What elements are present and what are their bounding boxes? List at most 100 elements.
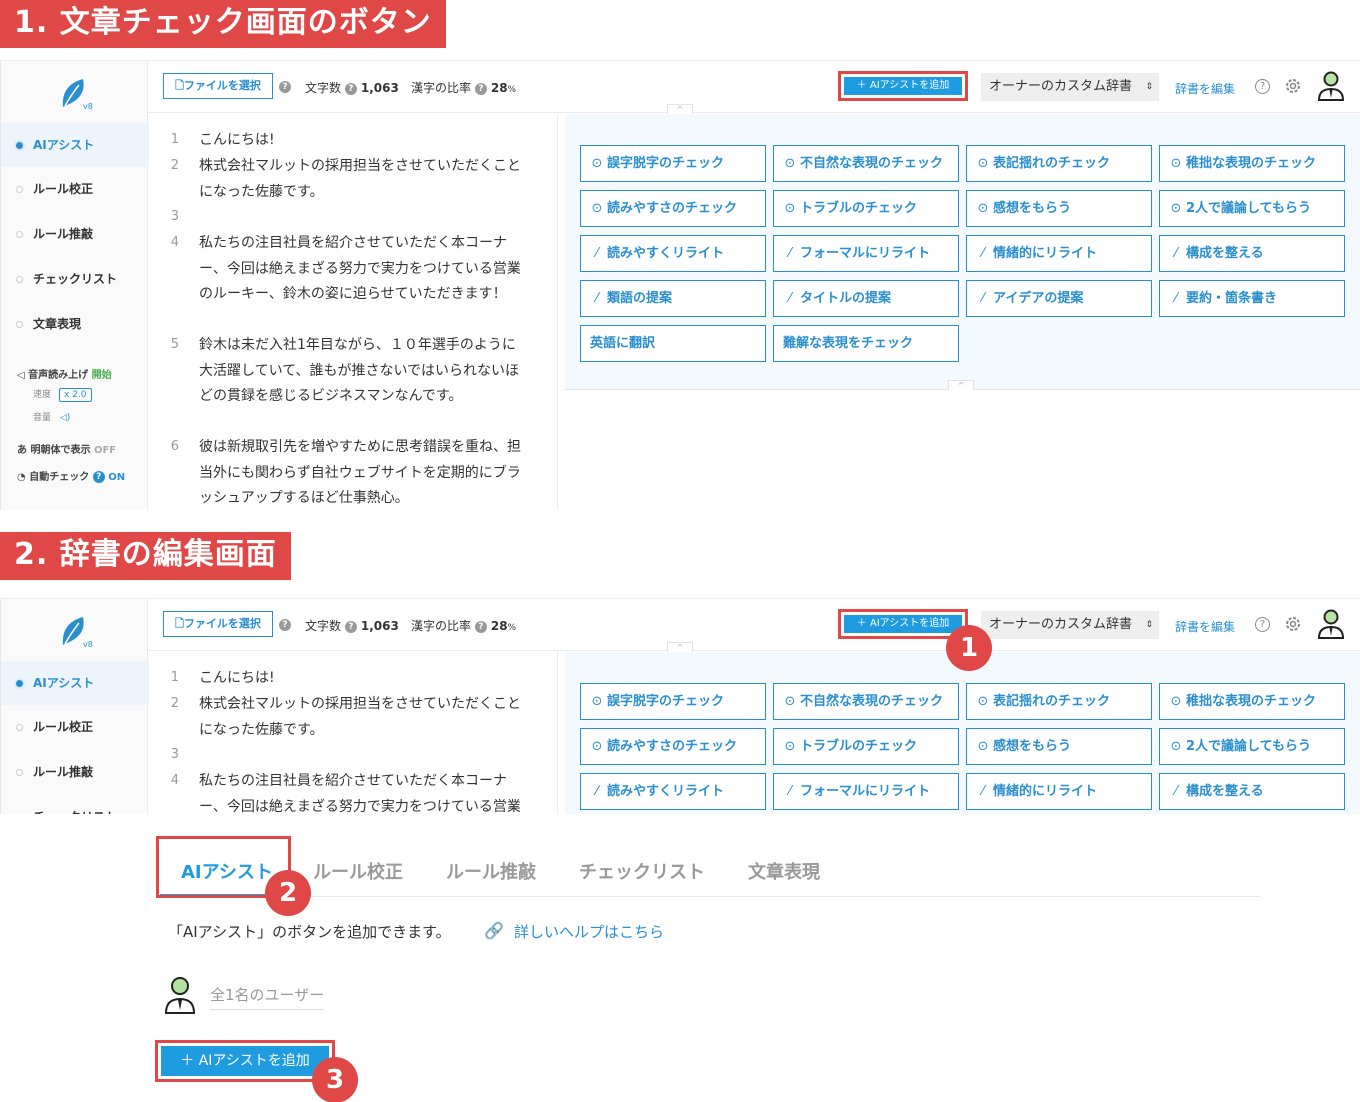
sidebar-item-3[interactable]: チェックリスト <box>1 257 149 301</box>
section-title-1: 1. 文章チェック画面のボタン <box>0 0 446 48</box>
ai-assist-chip[interactable]: ⁄ 読みやすくリライト <box>580 235 766 272</box>
line-text[interactable]: 鈴木は未だ入社1年目ながら、１０年選手のように大活躍していて、誰もが推さないでは… <box>199 333 524 410</box>
ai-assist-chip[interactable]: ⁄ 構成を整える <box>1159 773 1345 810</box>
ai-assist-chip[interactable]: ⊙ 誤字脱字のチェック <box>580 683 766 720</box>
ai-assist-chip[interactable]: ⊙ 表記揺れのチェック <box>966 145 1152 182</box>
text-editor[interactable]: 1 こんにちは! 2 株式会社マルットの採用担当をさせていただくことになった佐藤です。… <box>149 114 558 510</box>
tab-rule-refine[interactable]: ルール推敲 <box>446 858 536 884</box>
edit-dictionary-link[interactable]: 辞書を編集 <box>1175 618 1235 635</box>
radio-dot-icon <box>16 186 23 193</box>
ai-assist-chip[interactable]: ⁄ 読みやすくリライト <box>580 773 766 810</box>
mincho-toggle[interactable]: あ 明朝体で表示 OFF <box>17 441 116 456</box>
ai-assist-chip[interactable]: ⊙ 2人で議論してもらう <box>1159 190 1345 227</box>
dictionary-editor-panel: AIアシスト ルール校正 ルール推敲 チェックリスト 文章表現 「AIアシスト」… <box>0 814 1360 1102</box>
ai-assist-chip[interactable]: 難解な表現をチェック <box>773 325 959 362</box>
ai-assist-chip[interactable]: ⊙ 表記揺れのチェック <box>966 683 1152 720</box>
ai-assist-chip[interactable]: ⁄ フォーマルにリライト <box>773 235 959 272</box>
collapse-toggle[interactable]: ^ <box>667 104 693 114</box>
line-text[interactable]: 彼は新規取引先を増やすために思考錯誤を重ね、担当外にも関わらず自社ウェブサイトを… <box>199 435 524 510</box>
sidebar-item-2[interactable]: ルール推敲 <box>1 750 149 794</box>
auto-check-toggle[interactable]: ◔ 自動チェック ? ON <box>17 468 125 483</box>
ai-assist-chip[interactable]: ⁄ 要約・箇条書き <box>1159 280 1345 317</box>
sidebar-item-3[interactable]: チェックリスト <box>1 795 149 814</box>
line-text[interactable]: 株式会社マルットの採用担当をさせていただくことになった佐藤です。 <box>199 692 524 743</box>
line-text[interactable]: こんにちは! <box>199 128 524 154</box>
sidebar-item-1[interactable]: ルール校正 <box>1 705 149 749</box>
radio-dot-icon <box>16 231 23 238</box>
ai-assist-chip[interactable]: ⊙ 読みやすさのチェック <box>580 728 766 765</box>
select-arrows-icon: ⇕ <box>1145 82 1153 92</box>
help-icon[interactable]: ? <box>1255 79 1270 94</box>
ai-assist-chip[interactable]: ⁄ 類語の提案 <box>580 280 766 317</box>
char-count: 文字数 ? 1,063 <box>305 619 399 633</box>
line-text[interactable]: こんにちは! <box>199 666 524 692</box>
line-number: 4 <box>170 773 179 788</box>
sidebar-item-1[interactable]: ルール校正 <box>1 167 149 211</box>
ai-assist-chip[interactable]: ⁄ タイトルの提案 <box>773 280 959 317</box>
dictionary-select[interactable]: オーナーのカスタム辞書 ⇕ <box>981 73 1159 101</box>
ai-assist-chip[interactable]: ⁄ 情緒的にリライト <box>966 773 1152 810</box>
line-text[interactable]: 私たちの注目社員を紹介させていただく本コーナー、今回は絶えまざる努力で実力をつけ… <box>199 231 524 308</box>
ai-assist-chip[interactable]: ⊙ 読みやすさのチェック <box>580 190 766 227</box>
ai-assist-chip[interactable]: ⁄ 構成を整える <box>1159 235 1345 272</box>
add-ai-assist-button[interactable]: ＋ AIアシストを追加 <box>844 77 962 95</box>
line-number: 4 <box>170 235 179 250</box>
ai-assist-chip[interactable]: ⁄ フォーマルにリライト <box>773 773 959 810</box>
line-text[interactable]: 私たちの注目社員を紹介させていただく本コーナー、今回は絶えまざる努力で実力をつけ… <box>199 769 524 814</box>
ai-assist-chip[interactable]: ⊙ 誤字脱字のチェック <box>580 145 766 182</box>
collapse-panel-toggle[interactable]: ^ <box>948 380 974 390</box>
ai-assist-chip[interactable]: ⊙ 稚拙な表現のチェック <box>1159 145 1345 182</box>
help-circle-icon[interactable]: ? <box>279 619 291 631</box>
app-screen-2: v8AIアシストルール校正ルール推敲チェックリスト文章表現◁ 音声読み上げ 開始… <box>0 598 1360 814</box>
ai-assist-chip[interactable]: ⊙ トラブルのチェック <box>773 728 959 765</box>
pencil-icon: ⁄ <box>788 784 792 799</box>
gear-icon[interactable] <box>1284 77 1302 95</box>
speed-row: 速度 x 2.0 <box>33 387 92 402</box>
tab-rule-proofread[interactable]: ルール校正 <box>313 858 403 884</box>
sidebar-item-0[interactable]: AIアシスト <box>1 661 149 705</box>
speaker-icon[interactable]: ◁) <box>60 413 70 423</box>
gear-icon[interactable] <box>1284 615 1302 633</box>
check-circle-icon: ⊙ <box>591 156 603 171</box>
speed-value[interactable]: x 2.0 <box>59 388 92 402</box>
line-text[interactable]: 株式会社マルットの採用担当をさせていただくことになった佐藤です。 <box>199 154 524 205</box>
link-icon[interactable]: 🔗 <box>484 921 504 940</box>
line-number: 2 <box>170 696 179 711</box>
select-file-button[interactable]: 🗋ファイルを選択 <box>163 73 273 99</box>
top-toolbar: 🗋ファイルを選択? 文字数 ? 1,063 漢字の比率 ? 28% ＋ AIアシストを追加… <box>149 599 1360 651</box>
ai-assist-chip[interactable]: ⊙ 感想をもらう <box>966 728 1152 765</box>
help-link[interactable]: 詳しいヘルプはこちら <box>514 921 664 942</box>
tab-writing-expression[interactable]: 文章表現 <box>748 858 820 884</box>
ai-assist-chip[interactable]: ⁄ アイデアの提案 <box>966 280 1152 317</box>
help-circle-icon[interactable]: ? <box>279 81 291 93</box>
select-file-button[interactable]: 🗋ファイルを選択 <box>163 611 273 637</box>
collapse-toggle[interactable]: ^ <box>667 642 693 652</box>
line-number: 3 <box>170 209 179 224</box>
check-circle-icon: ⊙ <box>1170 156 1182 171</box>
ai-assist-chip[interactable]: ⁄ 情緒的にリライト <box>966 235 1152 272</box>
text-editor[interactable]: 1 こんにちは! 2 株式会社マルットの採用担当をさせていただくことになった佐藤です。… <box>149 652 558 814</box>
ai-assist-chip[interactable]: ⊙ 感想をもらう <box>966 190 1152 227</box>
sidebar-item-2[interactable]: ルール推敲 <box>1 212 149 256</box>
sidebar-item-4[interactable]: 文章表現 <box>1 302 149 346</box>
add-ai-assist-button[interactable]: ＋ AIアシストを追加 <box>844 615 962 633</box>
ai-assist-chip[interactable]: ⊙ トラブルのチェック <box>773 190 959 227</box>
ai-assist-chip[interactable]: ⊙ 不自然な表現のチェック <box>773 683 959 720</box>
line-number: 1 <box>170 132 179 147</box>
dictionary-select[interactable]: オーナーのカスタム辞書 ⇕ <box>981 611 1159 639</box>
check-circle-icon: ⊙ <box>977 156 989 171</box>
voice-readout[interactable]: ◁ 音声読み上げ 開始 <box>17 366 112 381</box>
tab-checklist[interactable]: チェックリスト <box>579 858 705 884</box>
user-avatar-icon[interactable] <box>1317 609 1345 639</box>
sidebar-item-0[interactable]: AIアシスト <box>1 123 149 167</box>
ai-assist-chip[interactable]: ⊙ 不自然な表現のチェック <box>773 145 959 182</box>
ai-assist-chip[interactable]: ⊙ 稚拙な表現のチェック <box>1159 683 1345 720</box>
help-icon[interactable]: ? <box>1255 617 1270 632</box>
ai-assist-chip[interactable]: 英語に翻訳 <box>580 325 766 362</box>
sidebar: v8AIアシストルール校正ルール推敲チェックリスト文章表現◁ 音声読み上げ 開始… <box>0 599 149 814</box>
ai-assist-chip[interactable]: ⊙ 2人で議論してもらう <box>1159 728 1345 765</box>
edit-dictionary-link[interactable]: 辞書を編集 <box>1175 80 1235 97</box>
highlight-box-ai-add: ＋ AIアシストを追加 <box>838 71 968 101</box>
user-avatar-icon[interactable] <box>1317 71 1345 101</box>
add-ai-assist-button[interactable]: ＋ AIアシストを追加 <box>161 1046 329 1076</box>
